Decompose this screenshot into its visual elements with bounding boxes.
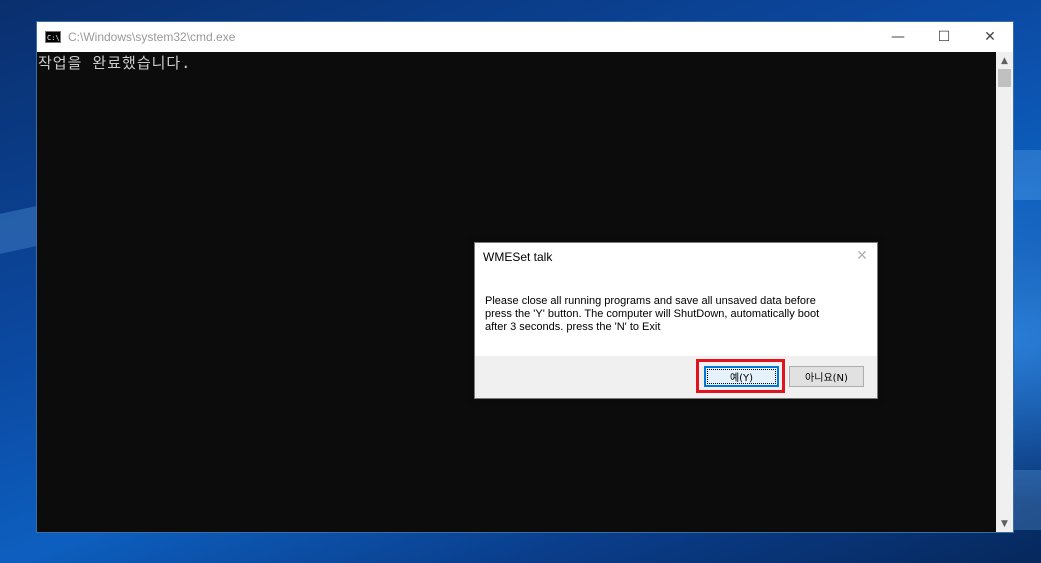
message-dialog: WMESet talk ✕ Please close all running p… [474,242,878,399]
wallpaper-light-beam [1014,150,1041,200]
dialog-message: Please close all running programs and sa… [485,295,820,333]
close-button[interactable]: ✕ [967,22,1013,52]
cmd-icon: C:\ [45,31,61,43]
vertical-scrollbar[interactable]: ▲ ▼ [996,52,1013,532]
window-controls: — ☐ ✕ [875,22,1013,52]
yes-button[interactable]: 예(Y) [704,366,779,387]
maximize-button[interactable]: ☐ [921,22,967,52]
scroll-down-arrow-icon[interactable]: ▼ [996,515,1013,532]
window-title: C:\Windows\system32\cmd.exe [68,30,236,44]
dialog-button-bar: 예(Y) 아니요(N) [475,356,877,398]
console-line: 작업을 완료했습니다. [38,54,192,72]
wallpaper-light-beam [1014,470,1041,530]
scroll-thumb[interactable] [998,69,1011,87]
scroll-up-arrow-icon[interactable]: ▲ [996,52,1013,69]
minimize-button[interactable]: — [875,22,921,52]
yes-button-label: 예(Y) [707,369,776,384]
no-button[interactable]: 아니요(N) [789,366,864,387]
window-titlebar[interactable]: C:\ C:\Windows\system32\cmd.exe — ☐ ✕ [37,22,1013,52]
dialog-title: WMESet talk [483,250,553,264]
dialog-close-icon[interactable]: ✕ [853,247,871,265]
wallpaper-light-beam [0,206,36,254]
